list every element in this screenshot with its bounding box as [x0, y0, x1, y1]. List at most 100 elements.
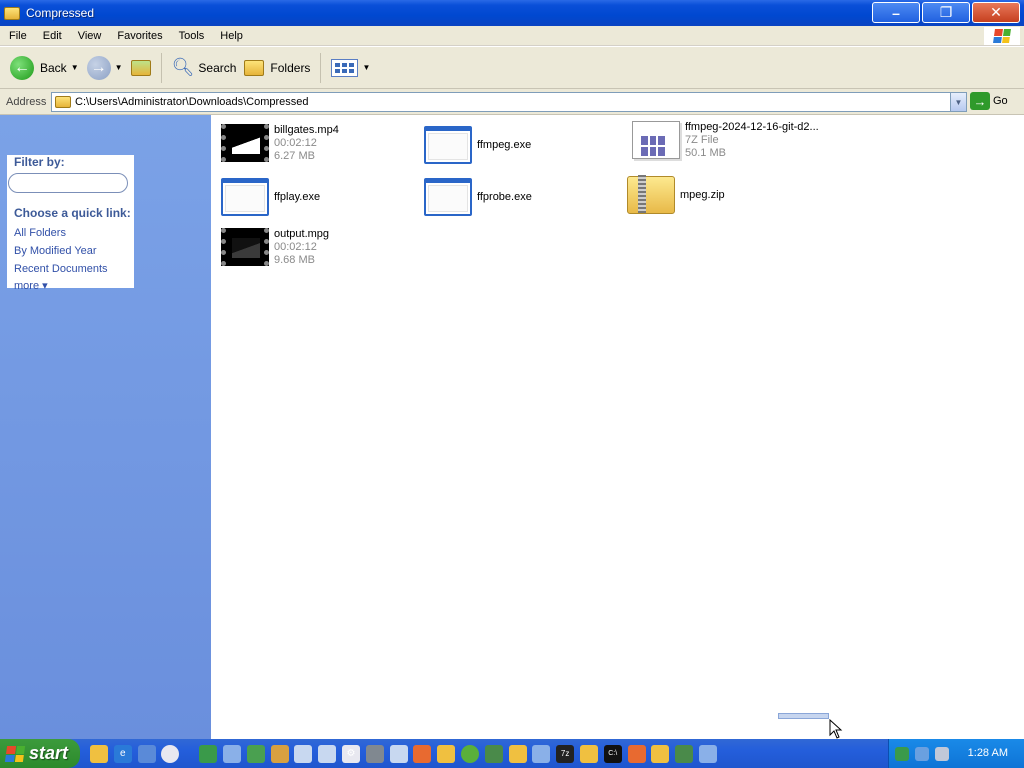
file-size: 6.27 MB — [274, 150, 315, 162]
notepad-icon[interactable] — [294, 744, 313, 763]
app-icon[interactable] — [270, 744, 289, 763]
close-button[interactable]: ✕ — [972, 2, 1020, 23]
folder-icon[interactable] — [437, 744, 456, 763]
mouse-cursor-icon — [829, 719, 843, 739]
exe-icon — [424, 178, 472, 216]
system-tray: 1:28 AM — [888, 739, 1024, 768]
address-input[interactable]: C:\Users\Administrator\Downloads\Compres… — [51, 92, 967, 112]
folders-button[interactable]: Folders — [240, 51, 314, 85]
windows-logo-icon — [4, 745, 26, 762]
address-folder-icon — [55, 96, 71, 108]
file-item[interactable]: ffplay.exe — [221, 178, 320, 216]
vlc-icon[interactable] — [627, 744, 646, 763]
file-name: output.mpg — [274, 228, 330, 240]
computer-icon[interactable] — [365, 744, 384, 763]
search-button[interactable]: 🔍︎ Search — [168, 51, 241, 85]
file-item[interactable]: mpeg.zip — [627, 175, 725, 214]
menu-tools[interactable]: Tools — [171, 26, 213, 46]
menu-view[interactable]: View — [70, 26, 110, 46]
file-item[interactable]: ffprobe.exe — [424, 178, 532, 216]
file-name: ffmpeg.exe — [477, 138, 532, 151]
command-prompt-icon[interactable]: C:\ — [603, 744, 622, 763]
restore-button[interactable]: ❐ — [922, 2, 970, 23]
menu-edit[interactable]: Edit — [35, 26, 70, 46]
windows-logo-icon — [984, 27, 1020, 45]
address-bar: Address C:\Users\Administrator\Downloads… — [0, 89, 1024, 115]
minimize-button[interactable]: – — [872, 2, 920, 23]
back-dropdown-icon[interactable]: ▼ — [71, 63, 79, 72]
folder-icon[interactable] — [508, 744, 527, 763]
views-button[interactable]: ▼ — [327, 51, 374, 85]
file-type: 7Z File — [685, 134, 719, 146]
file-name: ffplay.exe — [274, 190, 321, 203]
file-size: 50.1 MB — [685, 147, 726, 159]
document-icon[interactable] — [389, 744, 408, 763]
vlc-icon[interactable] — [413, 744, 432, 763]
menu-help[interactable]: Help — [212, 26, 251, 46]
filter-input[interactable] — [8, 173, 128, 193]
file-name: ffmpeg-2024-12-16-git-d2... — [685, 121, 819, 133]
refresh-icon[interactable] — [460, 744, 479, 763]
taskbar: start e ⚙ 7z C:\ 1:28 AM — [0, 739, 1024, 768]
file-item[interactable]: output.mpg 00:02:12 9.68 MB — [221, 228, 329, 267]
up-folder-icon — [130, 59, 151, 76]
link-more[interactable]: more ▾ — [14, 279, 48, 292]
drag-selection-rectangle — [778, 713, 829, 719]
folder-icon — [4, 6, 20, 20]
tray-sound-icon[interactable] — [935, 746, 949, 761]
tray-network-icon[interactable] — [895, 746, 909, 761]
video-icon — [221, 124, 269, 162]
download-icon[interactable] — [246, 744, 265, 763]
folders-label: Folders — [270, 60, 311, 75]
link-recent-documents[interactable]: Recent Documents — [14, 263, 108, 275]
window-titlebar[interactable]: Compressed – ❐ ✕ — [0, 0, 1024, 26]
file-name: ffprobe.exe — [477, 190, 532, 203]
tool-icon[interactable] — [484, 744, 503, 763]
start-label: start — [29, 743, 69, 763]
settings-icon[interactable]: ⚙ — [341, 744, 360, 763]
file-list[interactable]: billgates.mp4 00:02:12 6.27 MB ffmpeg.ex… — [213, 115, 1024, 739]
window-icon[interactable] — [698, 744, 717, 763]
quick-launch: e ⚙ 7z C:\ — [90, 744, 723, 763]
tool-icon[interactable] — [675, 744, 694, 763]
filter-panel: Filter by: Choose a quick link: All Fold… — [7, 155, 134, 292]
go-button[interactable]: → Go — [970, 92, 1008, 110]
address-dropdown-icon[interactable]: ▼ — [950, 93, 966, 111]
menu-favorites[interactable]: Favorites — [109, 26, 170, 46]
tray-monitor-icon[interactable] — [915, 746, 929, 761]
outlook-icon[interactable] — [137, 744, 156, 763]
internet-explorer-icon[interactable]: e — [113, 744, 132, 763]
views-icon — [331, 58, 359, 77]
go-arrow-icon: → — [970, 92, 990, 110]
clock: 1:28 AM — [967, 747, 1008, 759]
file-item[interactable]: billgates.mp4 00:02:12 6.27 MB — [221, 124, 339, 163]
file-name: billgates.mp4 — [274, 124, 339, 136]
link-by-modified-year[interactable]: By Modified Year — [14, 245, 97, 257]
forward-dropdown-icon[interactable]: ▼ — [115, 63, 123, 72]
link-all-folders[interactable]: All Folders — [14, 227, 66, 239]
back-button[interactable]: ← Back ▼ — [6, 51, 83, 85]
folder-icon[interactable] — [579, 744, 598, 763]
views-dropdown-icon[interactable]: ▼ — [362, 63, 370, 72]
menu-bar: File Edit View Favorites Tools Help — [0, 26, 1024, 46]
forward-button[interactable]: → ▼ — [83, 51, 127, 85]
file-item[interactable]: ffmpeg-2024-12-16-git-d2... 7Z File 50.1… — [627, 121, 819, 160]
7zip-icon[interactable]: 7z — [556, 744, 575, 763]
up-folder-button[interactable] — [127, 51, 155, 85]
drive-icon[interactable] — [222, 744, 241, 763]
zip-icon[interactable] — [651, 744, 670, 763]
go-label: Go — [993, 95, 1008, 107]
explorer-icon[interactable] — [90, 744, 108, 763]
folders-icon — [244, 59, 265, 76]
document-icon[interactable] — [318, 744, 337, 763]
start-button[interactable]: start — [0, 739, 80, 768]
drive-icon[interactable] — [532, 744, 551, 763]
media-player-icon[interactable] — [161, 744, 180, 763]
window-title: Compressed — [26, 6, 95, 20]
toolbar-separator — [320, 52, 322, 83]
file-duration: 00:02:12 — [274, 241, 317, 253]
file-item[interactable]: ffmpeg.exe — [424, 126, 531, 164]
network-icon[interactable] — [199, 744, 218, 763]
forward-arrow-icon: → — [86, 55, 111, 80]
menu-file[interactable]: File — [0, 26, 35, 46]
